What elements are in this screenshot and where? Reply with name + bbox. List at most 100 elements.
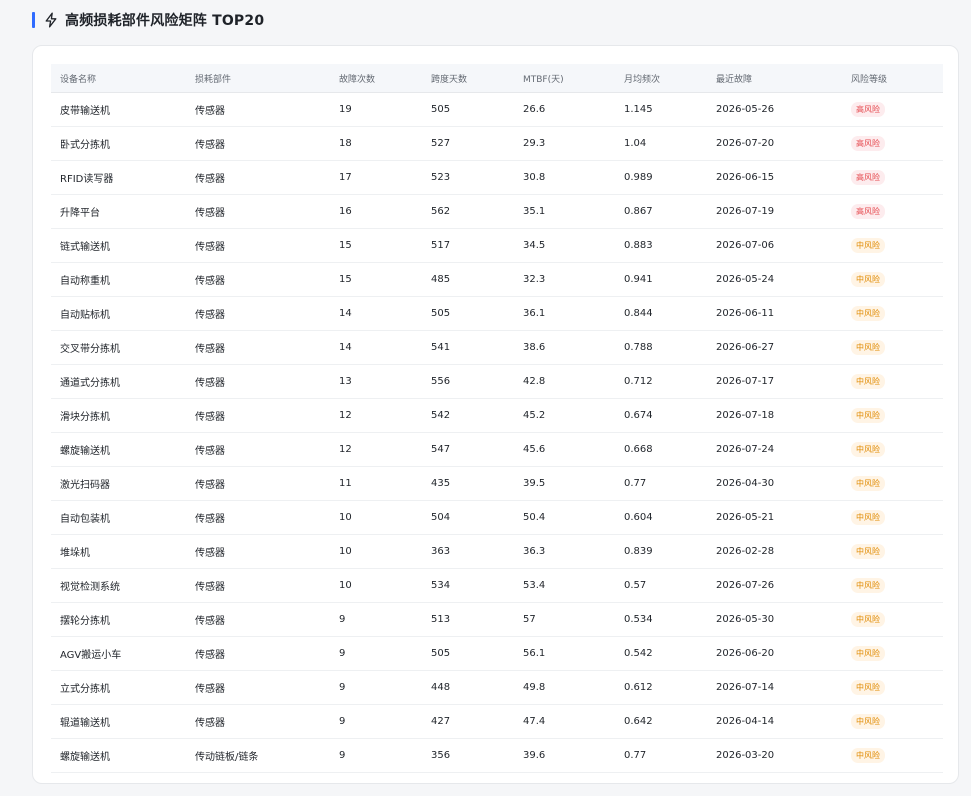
table-row[interactable]: 螺旋输送机 传感器 12 547 45.6 0.668 2026-07-24 中风险 [51,432,943,467]
table-row[interactable]: 滑块分拣机 传感器 12 542 45.2 0.674 2026-07-18 中风险 [51,398,943,433]
table-row[interactable]: 皮带输送机 传感器 19 505 26.6 1.145 2026-05-26 高风险 [51,92,943,127]
mtbf-cell: 36.1 [514,296,615,331]
risk-badge: 高风险 [851,170,885,185]
table-row[interactable]: 卧式分拣机 传感器 18 527 29.3 1.04 2026-07-20 高风险 [51,126,943,161]
risk-badge: 中风险 [851,374,885,389]
table-row[interactable]: 立式分拣机 传感器 9 448 49.8 0.612 2026-07-14 中风险 [51,670,943,705]
table-row[interactable]: 自动贴标机 传感器 14 505 36.1 0.844 2026-06-11 中风险 [51,296,943,331]
device-cell: 皮带输送机 [51,92,186,127]
table-row[interactable]: RFID读写器 传感器 17 523 30.8 0.989 2026-06-15 高风险 [51,160,943,195]
part-cell: 传感器 [186,602,330,637]
monthly-cell: 0.712 [615,364,707,399]
header-last-fault[interactable]: 最近故障 [707,64,842,93]
faults-cell: 14 [330,330,422,365]
mtbf-cell: 29.3 [514,126,615,161]
span-cell: 541 [422,330,514,365]
span-cell: 505 [422,296,514,331]
last-fault-cell: 2026-06-27 [707,330,842,365]
span-cell: 448 [422,670,514,705]
span-cell: 517 [422,228,514,263]
risk-cell: 高风险 [842,160,943,195]
risk-badge: 中风险 [851,238,885,253]
faults-cell: 11 [330,466,422,501]
span-cell: 556 [422,364,514,399]
risk-cell: 中风险 [842,704,943,739]
device-cell: AGV搬运小车 [51,636,186,671]
device-cell: 堆垛机 [51,534,186,569]
device-cell: 螺旋输送机 [51,432,186,467]
last-fault-cell: 2026-05-30 [707,602,842,637]
span-cell: 485 [422,262,514,297]
monthly-cell: 0.941 [615,262,707,297]
risk-badge: 高风险 [851,136,885,151]
mtbf-cell: 30.8 [514,160,615,195]
risk-cell: 中风险 [842,534,943,569]
risk-badge: 中风险 [851,612,885,627]
device-cell: 升降平台 [51,194,186,229]
last-fault-cell: 2026-07-26 [707,568,842,603]
part-cell: 传感器 [186,330,330,365]
device-cell: 链式输送机 [51,228,186,263]
mtbf-cell: 32.3 [514,262,615,297]
last-fault-cell: 2026-07-06 [707,228,842,263]
device-cell: 辊道输送机 [51,704,186,739]
faults-cell: 19 [330,92,422,127]
part-cell: 传动链板/链条 [186,738,330,773]
header-monthly[interactable]: 月均频次 [615,64,707,93]
table-row[interactable]: 通道式分拣机 传感器 13 556 42.8 0.712 2026-07-17 中风险 [51,364,943,399]
risk-cell: 中风险 [842,262,943,297]
device-cell: 卧式分拣机 [51,126,186,161]
header-part[interactable]: 损耗部件 [186,64,330,93]
monthly-cell: 0.77 [615,466,707,501]
span-cell: 523 [422,160,514,195]
part-cell: 传感器 [186,432,330,467]
table-row[interactable]: 交叉带分拣机 传感器 14 541 38.6 0.788 2026-06-27 中风险 [51,330,943,365]
table-row[interactable]: 自动包装机 传感器 10 504 50.4 0.604 2026-05-21 中风险 [51,500,943,535]
risk-badge: 中风险 [851,272,885,287]
table-row[interactable]: 辊道输送机 传感器 9 427 47.4 0.642 2026-04-14 中风险 [51,704,943,739]
header-device[interactable]: 设备名称 [51,64,186,93]
faults-cell: 10 [330,500,422,535]
table-row[interactable]: AGV搬运小车 传感器 9 505 56.1 0.542 2026-06-20 中风险 [51,636,943,671]
last-fault-cell: 2026-06-20 [707,636,842,671]
monthly-cell: 0.883 [615,228,707,263]
device-cell: 自动称重机 [51,262,186,297]
table-row[interactable]: 自动称重机 传感器 15 485 32.3 0.941 2026-05-24 中风险 [51,262,943,297]
table-row[interactable]: 激光扫码器 传感器 11 435 39.5 0.77 2026-04-30 中风险 [51,466,943,501]
table-row[interactable]: 升降平台 传感器 16 562 35.1 0.867 2026-07-19 高风险 [51,194,943,229]
risk-badge: 中风险 [851,714,885,729]
risk-badge: 中风险 [851,442,885,457]
risk-badge: 中风险 [851,476,885,491]
part-cell: 传感器 [186,126,330,161]
monthly-cell: 0.844 [615,296,707,331]
device-cell: RFID读写器 [51,160,186,195]
span-cell: 534 [422,568,514,603]
mtbf-cell: 36.3 [514,534,615,569]
mtbf-cell: 47.4 [514,704,615,739]
lightning-bolt-icon [45,12,57,28]
faults-cell: 18 [330,126,422,161]
table-row[interactable]: 摆轮分拣机 传感器 9 513 57 0.534 2026-05-30 中风险 [51,602,943,637]
faults-cell: 10 [330,568,422,603]
mtbf-cell: 45.6 [514,432,615,467]
header-risk[interactable]: 风险等级 [842,64,943,93]
risk-badge: 中风险 [851,646,885,661]
faults-cell: 9 [330,704,422,739]
table-row[interactable]: 螺旋输送机 传动链板/链条 9 356 39.6 0.77 2026-03-20 中风险 [51,738,943,773]
span-cell: 504 [422,500,514,535]
mtbf-cell: 56.1 [514,636,615,671]
span-cell: 547 [422,432,514,467]
header-faults[interactable]: 故障次数 [330,64,422,93]
table-row[interactable]: 链式输送机 传感器 15 517 34.5 0.883 2026-07-06 中风险 [51,228,943,263]
table-row[interactable]: 视觉检测系统 传感器 10 534 53.4 0.57 2026-07-26 中风险 [51,568,943,603]
monthly-cell: 0.534 [615,602,707,637]
header-mtbf[interactable]: MTBF(天) [514,64,615,93]
device-cell: 立式分拣机 [51,670,186,705]
mtbf-cell: 57 [514,602,615,637]
risk-badge: 中风险 [851,340,885,355]
faults-cell: 16 [330,194,422,229]
faults-cell: 9 [330,602,422,637]
table-row[interactable]: 堆垛机 传感器 10 363 36.3 0.839 2026-02-28 中风险 [51,534,943,569]
header-span[interactable]: 跨度天数 [422,64,514,93]
faults-cell: 10 [330,534,422,569]
